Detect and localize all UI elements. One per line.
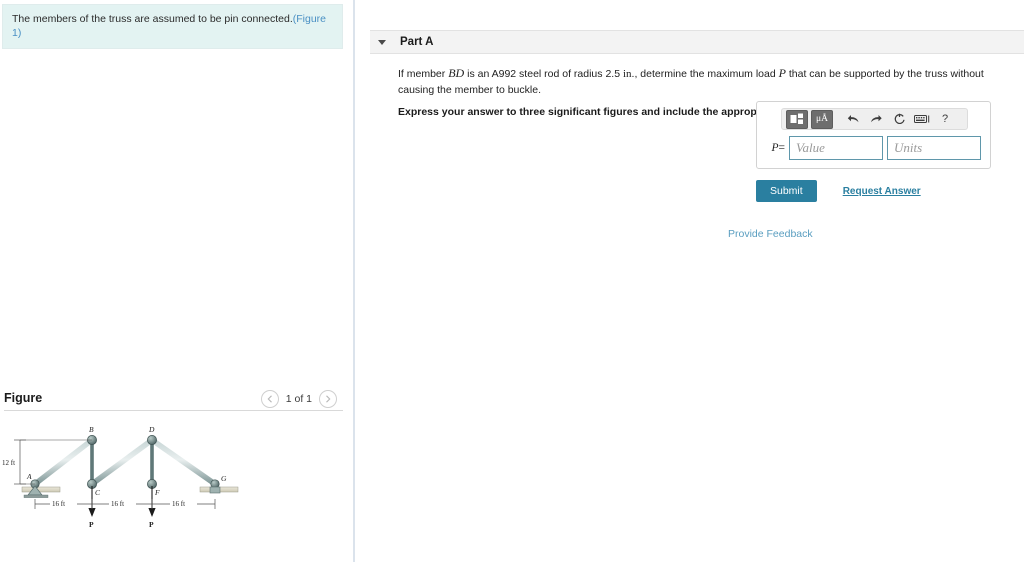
load-symbol: P (778, 66, 786, 80)
undo-glyph (847, 114, 858, 122)
provide-feedback-link[interactable]: Provide Feedback (728, 228, 813, 240)
load-label-2: P (149, 520, 154, 529)
figure-divider (4, 410, 343, 411)
part-a-header[interactable]: Part A (370, 30, 1024, 54)
request-answer-link[interactable]: Request Answer (843, 186, 921, 197)
question-mid2: ., determine the maximum load (631, 68, 779, 80)
question-mid1: is an A992 steel rod of radius 2.5 (464, 68, 623, 80)
figure-header: Figure 1 of 1 (0, 388, 347, 412)
figure-pager: 1 of 1 (260, 388, 337, 410)
problem-statement-banner: The members of the truss are assumed to … (2, 4, 343, 50)
member-symbol: BD (448, 66, 465, 80)
undo-icon[interactable] (843, 111, 863, 128)
svg-text:F: F (154, 488, 160, 497)
equals-sign: = (778, 142, 786, 154)
pane-divider (353, 0, 355, 562)
svg-text:G: G (221, 474, 227, 483)
roller-support-g (209, 486, 221, 494)
answer-toolbar: μÅ ? (781, 108, 968, 130)
redo-icon[interactable] (866, 111, 886, 128)
problem-statement-text: The members of the truss are assumed to … (12, 13, 293, 25)
height-label: 12 ft (2, 459, 15, 467)
left-pane: The members of the truss are assumed to … (0, 0, 347, 562)
submit-button[interactable]: Submit (756, 180, 817, 202)
svg-text:16 ft: 16 ft (52, 500, 65, 508)
keyboard-icon[interactable] (912, 111, 932, 128)
answer-units-input[interactable] (887, 136, 981, 160)
help-glyph: ? (941, 113, 949, 125)
figure-heading: Figure (4, 391, 43, 405)
question-pre: If member (398, 68, 449, 80)
ground-supports (21, 486, 239, 493)
figure-section: Figure 1 of 1 A B C D F G 12 ft P P 16 f… (0, 388, 347, 529)
truss-members (32, 437, 218, 487)
reset-glyph (894, 113, 905, 124)
template-glyph (790, 113, 803, 124)
figure-page-count: 1 of 1 (285, 393, 312, 405)
reset-icon[interactable] (889, 111, 909, 128)
truss-diagram-svg: A B C D F G 12 ft P P 16 ft 16 ft 16 ft (2, 425, 239, 529)
variable-symbol: P (771, 142, 779, 154)
answer-value-input[interactable] (789, 136, 883, 160)
unit-symbol: in (622, 68, 632, 80)
load-label-1: P (89, 520, 94, 529)
math-template-icon[interactable] (786, 109, 808, 129)
svg-text:D: D (148, 425, 155, 434)
figure-prev-button[interactable] (260, 390, 279, 408)
problem-page: The members of the truss are assumed to … (0, 0, 1024, 562)
svg-text:A: A (26, 472, 32, 481)
chevron-right-icon (326, 395, 331, 403)
right-pane: Part A If member BD is an A992 steel rod… (358, 0, 1024, 562)
svg-text:C: C (95, 488, 101, 497)
svg-text:16 ft: 16 ft (172, 500, 185, 508)
answer-variable-label: P= (763, 142, 789, 154)
figure-next-button[interactable] (319, 390, 337, 408)
units-icon[interactable]: μÅ (811, 109, 833, 129)
svg-text:16 ft: 16 ft (111, 500, 124, 508)
chevron-left-icon (267, 395, 272, 403)
help-icon[interactable]: ? (935, 111, 955, 128)
span-labels: 16 ft 16 ft 16 ft (50, 499, 197, 508)
keyboard-glyph (914, 115, 930, 123)
truss-figure[interactable]: A B C D F G 12 ft P P 16 ft 16 ft 16 ft (0, 416, 347, 556)
redo-glyph (870, 114, 882, 122)
answer-entry-box: μÅ ? P= Value Units (756, 101, 991, 169)
units-glyph: μÅ (816, 114, 828, 124)
caret-down-icon[interactable] (378, 39, 386, 45)
answer-actions: Submit Request Answer (756, 180, 921, 202)
svg-text:B: B (89, 425, 94, 434)
answer-input-row: P= (763, 136, 981, 160)
part-a-label: Part A (400, 36, 434, 48)
question-text: If member BD is an A992 steel rod of rad… (398, 64, 1018, 99)
